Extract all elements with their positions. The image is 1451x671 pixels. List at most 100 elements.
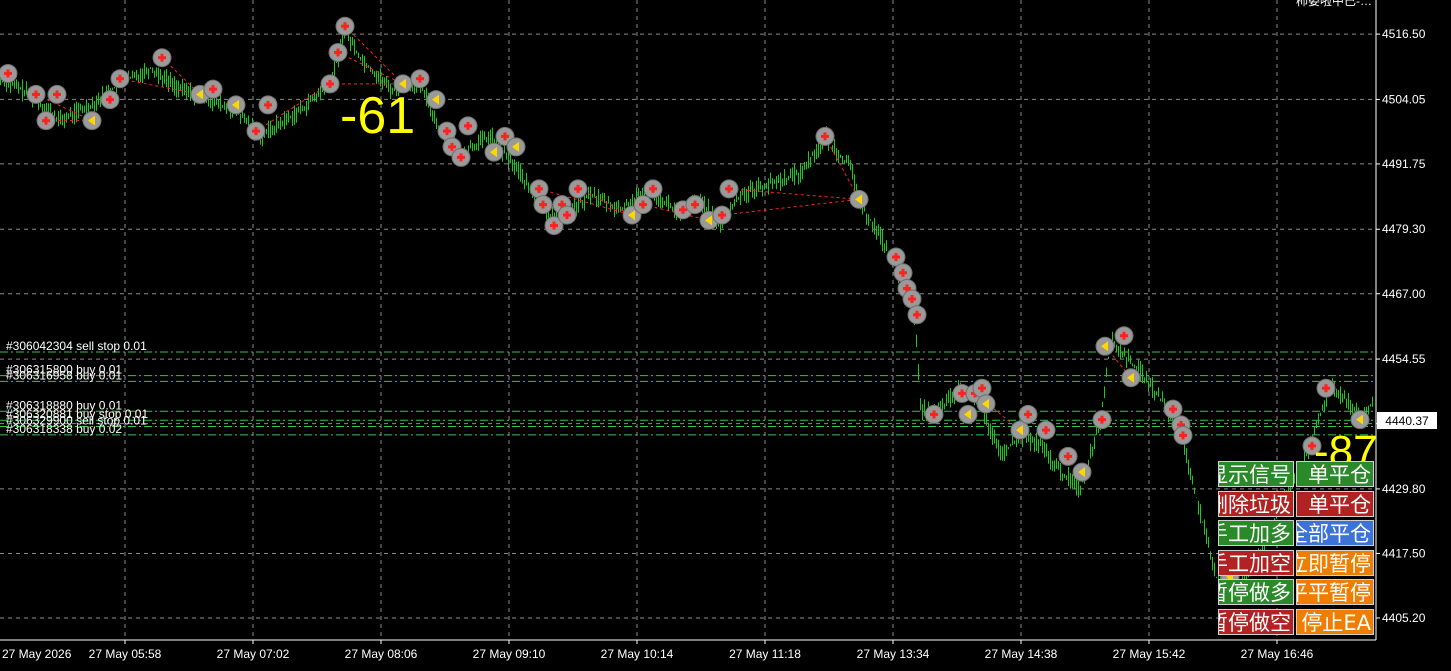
sell-marker-icon — [1121, 368, 1141, 388]
buy-marker-icon — [719, 179, 739, 199]
sell-marker-icon — [226, 95, 246, 115]
current-price-tag: 4440.37 — [1377, 412, 1437, 429]
time-tick-label: 27 May 14:38 — [985, 647, 1058, 661]
buy-marker-icon — [924, 404, 944, 424]
ea-button-label: 删除垃圾 — [1219, 492, 1291, 517]
sell-marker-icon — [426, 90, 446, 110]
btn-close-single-buy[interactable]: 单平仓 — [1296, 461, 1374, 487]
ea-button-label: 立即暂停 — [1297, 551, 1371, 576]
buy-marker-icon — [1092, 410, 1112, 430]
price-tick-label: 4454.55 — [1382, 352, 1426, 366]
buy-marker-icon — [1163, 399, 1183, 419]
btn-stop-buy[interactable]: 暂停做多 — [1218, 579, 1294, 605]
trade-link — [721, 198, 860, 216]
ea-button-label: 停止EA — [1301, 610, 1371, 635]
symbol-header-text: 柿娄啦中已-… — [1296, 0, 1372, 8]
price-axis: 4516.50 4504.05 4491.75 4479.30 4467.00 4454.… — [1376, 27, 1426, 625]
current-price-label: 4440.37 — [1385, 414, 1429, 428]
time-tick-label: 27 May 13:34 — [857, 647, 930, 661]
buy-marker-icon — [203, 79, 223, 99]
btn-close-single-sell[interactable]: 单平仓 — [1296, 490, 1374, 517]
time-tick-label: 27 May 2026 — [2, 647, 72, 661]
buy-marker-icon — [1316, 378, 1336, 398]
buy-marker-icon — [26, 84, 46, 104]
buy-marker-icon — [685, 195, 705, 215]
time-tick-label: 27 May 11:18 — [729, 647, 801, 661]
buy-marker-icon — [1173, 425, 1193, 445]
sell-marker-icon — [976, 394, 996, 414]
order-lines — [0, 351, 1376, 436]
price-tick-label: 4405.20 — [1382, 611, 1426, 625]
buy-marker-icon — [152, 48, 172, 68]
trade-link — [337, 52, 404, 85]
buy-marker-icon — [1036, 420, 1056, 440]
ea-button-label: 暂停做空 — [1219, 610, 1291, 635]
sell-marker-icon — [506, 137, 526, 157]
sell-marker-icon — [484, 142, 504, 162]
time-tick-label: 27 May 09:10 — [473, 647, 546, 661]
order-label: #306316958 buy 0.01 — [6, 368, 122, 382]
price-tick-label: 4467.00 — [1382, 287, 1426, 301]
buy-marker-icon — [557, 205, 577, 225]
buy-marker-icon — [0, 63, 18, 83]
buy-marker-icon — [110, 69, 130, 89]
buy-marker-icon — [712, 205, 732, 225]
buy-marker-icon — [633, 195, 653, 215]
time-axis: 27 May 2026 27 May 05:58 27 May 07:02 27 Ma… — [2, 640, 1314, 661]
btn-close-pause[interactable]: 平平暂停 — [1296, 579, 1374, 605]
ea-button-label: 全部平仓 — [1297, 522, 1371, 546]
buy-marker-icon — [246, 121, 266, 141]
price-tick-label: 4516.50 — [1382, 27, 1426, 41]
buy-marker-icon — [410, 69, 430, 89]
sell-marker-icon — [958, 404, 978, 424]
buy-marker-icon — [47, 84, 67, 104]
time-tick-label: 27 May 05:58 — [89, 647, 162, 661]
btn-show-signal[interactable]: 显示信号 — [1218, 461, 1294, 487]
buy-marker-icon — [320, 74, 340, 94]
buy-marker-icon — [643, 179, 663, 199]
ea-button-label: 暂停做多 — [1219, 581, 1291, 605]
btn-stop-ea[interactable]: 停止EA — [1296, 608, 1374, 635]
buy-marker-icon — [533, 195, 553, 215]
time-tick-label: 27 May 08:06 — [345, 647, 418, 661]
time-tick-label: 27 May 10:14 — [601, 647, 674, 661]
ea-button-label: 手工加多 — [1219, 522, 1291, 546]
price-tick-label: 4504.05 — [1382, 92, 1426, 106]
ea-button-label: 显示信号 — [1219, 463, 1291, 487]
buy-marker-icon — [100, 90, 120, 110]
buy-marker-icon — [258, 95, 278, 115]
time-tick-label: 27 May 16:46 — [1241, 647, 1314, 661]
buy-marker-icon — [1114, 326, 1134, 346]
buy-marker-icon — [451, 147, 471, 167]
order-label: #306042304 sell stop 0.01 — [6, 339, 147, 353]
buy-marker-icon — [815, 126, 835, 146]
price-tick-label: 4479.30 — [1382, 222, 1426, 236]
price-tick-label: 4417.50 — [1382, 546, 1426, 560]
order-label: #306318338 buy 0.02 — [6, 422, 122, 436]
sell-marker-icon — [1095, 336, 1115, 356]
btn-stop-sell[interactable]: 暂停做空 — [1218, 608, 1294, 635]
time-tick-label: 27 May 15:42 — [1113, 647, 1186, 661]
buy-marker-icon — [907, 305, 927, 325]
ea-button-label: 单平仓 — [1308, 492, 1371, 517]
sell-marker-icon — [1072, 462, 1092, 482]
buy-marker-icon — [36, 111, 56, 131]
buy-marker-icon — [902, 289, 922, 309]
buy-marker-icon — [437, 121, 457, 141]
sell-marker-icon — [849, 189, 869, 209]
buy-marker-icon — [568, 179, 588, 199]
btn-manual-add-buy[interactable]: 手工加多 — [1218, 520, 1294, 546]
buy-marker-icon — [1018, 404, 1038, 424]
buy-marker-icon — [458, 116, 478, 136]
sell-marker-icon — [1350, 410, 1370, 430]
btn-manual-add-sell[interactable]: 手工加空 — [1218, 549, 1294, 576]
time-tick-label: 27 May 07:02 — [217, 647, 290, 661]
candles — [0, 26, 1373, 596]
btn-close-all[interactable]: 全部平仓 — [1296, 520, 1374, 546]
btn-pause-now[interactable]: 立即暂停 — [1296, 549, 1374, 576]
btn-delete-junk[interactable]: 删除垃圾 — [1218, 490, 1294, 517]
buy-marker-icon — [972, 378, 992, 398]
price-tick-label: 4429.80 — [1382, 482, 1426, 496]
trade-link — [824, 136, 860, 200]
price-tick-label: 4491.75 — [1382, 157, 1426, 171]
